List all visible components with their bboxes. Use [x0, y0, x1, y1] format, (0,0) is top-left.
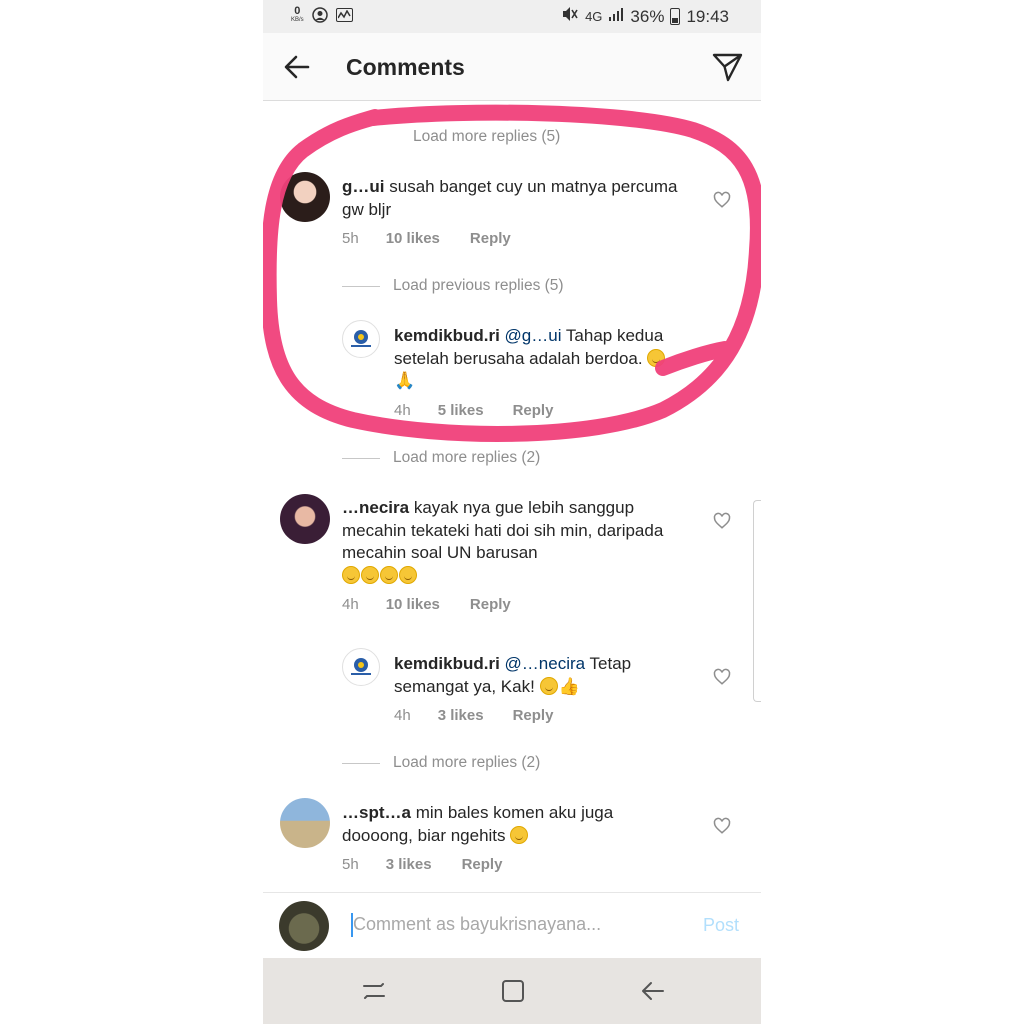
load-more-label: Load more replies (5): [413, 128, 561, 145]
avatar[interactable]: [342, 320, 380, 358]
comment-time: 5h: [342, 856, 359, 873]
smile-emoji-icon: [539, 676, 558, 695]
reply-meta: 4h 3 likes Reply: [394, 707, 553, 724]
comment-username[interactable]: …spt…a: [342, 803, 411, 822]
battery-icon: [670, 8, 681, 25]
comment-body: …spt…a min bales komen aku juga doooong,…: [342, 802, 687, 847]
comment-body: g…ui susah banget cuy un matnya percuma …: [342, 176, 682, 221]
reply-button[interactable]: Reply: [470, 596, 511, 613]
comment-input[interactable]: Comment as bayukrisnayana...: [353, 914, 601, 935]
network-type: 4G: [585, 9, 603, 24]
avatar[interactable]: [280, 494, 330, 544]
battery-percent: 36%: [630, 6, 665, 26]
reply-username[interactable]: kemdikbud.ri: [394, 654, 500, 673]
comment-meta: 4h 10 likes Reply: [342, 596, 511, 613]
reply-time: 4h: [394, 707, 411, 724]
avatar: [279, 901, 329, 951]
status-left: 0 KB/s: [291, 6, 353, 23]
recent-apps-icon[interactable]: [361, 978, 387, 1004]
reply-button[interactable]: Reply: [513, 707, 554, 724]
load-previous-replies[interactable]: Load previous replies (5): [342, 277, 564, 295]
scrollbar[interactable]: [753, 500, 761, 702]
comment-time: 4h: [342, 596, 359, 613]
likes-count[interactable]: 3 likes: [386, 856, 432, 873]
avatar[interactable]: [342, 648, 380, 686]
activity-monitor-icon: [335, 7, 353, 22]
load-more-label: Load more replies (2): [393, 449, 541, 466]
comment-compose-bar: Comment as bayukrisnayana... Post: [263, 892, 761, 958]
load-more-replies[interactable]: Load more replies (2): [342, 754, 540, 772]
data-speed-unit: KB/s: [291, 17, 304, 23]
reply-time: 4h: [394, 402, 411, 419]
comments-header: Comments: [263, 33, 761, 101]
system-nav-bar: [263, 958, 761, 1024]
reply-button[interactable]: Reply: [513, 402, 554, 419]
likes-count[interactable]: 3 likes: [438, 707, 484, 724]
reply-mention[interactable]: @g…ui: [505, 326, 562, 345]
back-arrow-icon[interactable]: [283, 53, 311, 81]
smile-emoji-icon: [342, 565, 360, 584]
post-button[interactable]: Post: [703, 915, 739, 936]
divider-line: [342, 762, 380, 764]
divider-line: [342, 285, 380, 287]
heart-icon[interactable]: [713, 817, 731, 835]
likes-count[interactable]: 5 likes: [438, 402, 484, 419]
avatar[interactable]: [280, 798, 330, 848]
yum-emoji-icon: [510, 825, 529, 844]
reply-button[interactable]: Reply: [470, 230, 511, 247]
data-speed-indicator: 0 KB/s: [291, 5, 304, 24]
signal-icon: [608, 6, 624, 27]
comment-body: …necira kayak nya gue lebih sanggup meca…: [342, 497, 687, 587]
comment-meta: 5h 3 likes Reply: [342, 856, 502, 873]
comment-meta: 5h 10 likes Reply: [342, 230, 511, 247]
mute-icon: [561, 6, 579, 27]
status-bar: 0 KB/s 4G 36% 19:43: [263, 0, 761, 33]
heart-icon[interactable]: [713, 668, 731, 686]
back-nav-icon[interactable]: [639, 978, 665, 1004]
status-right: 4G 36% 19:43: [561, 6, 729, 27]
clock: 19:43: [686, 6, 729, 26]
smile-emoji-icon: [361, 565, 379, 584]
pray-emoji-icon: 🙏: [394, 371, 416, 390]
load-more-replies[interactable]: Load more replies (2): [342, 449, 540, 467]
likes-count[interactable]: 10 likes: [386, 596, 440, 613]
send-direct-icon[interactable]: [711, 51, 743, 83]
comment-username[interactable]: …necira: [342, 498, 409, 517]
thumbs-up-emoji-icon: 👍: [558, 676, 580, 696]
smile-emoji-icon: [380, 565, 398, 584]
phone-screen: 0 KB/s 4G 36% 19:43 Comments Load more r…: [263, 0, 761, 1024]
comment-text: susah banget cuy un matnya percuma gw bl…: [342, 177, 678, 219]
reply-meta: 4h 5 likes Reply: [394, 402, 553, 419]
likes-count[interactable]: 10 likes: [386, 230, 440, 247]
comment-username[interactable]: g…ui: [342, 177, 385, 196]
avatar[interactable]: [280, 172, 330, 222]
smile-emoji-icon: [399, 565, 417, 584]
comment-time: 5h: [342, 230, 359, 247]
page-title: Comments: [346, 54, 465, 80]
reply-body: kemdikbud.ri @…necira Tetap semangat ya,…: [394, 653, 694, 698]
heart-icon[interactable]: [713, 512, 731, 530]
data-speed-value: 0: [294, 5, 301, 17]
home-icon[interactable]: [500, 978, 526, 1004]
reply-username[interactable]: kemdikbud.ri: [394, 326, 500, 345]
account-icon: [311, 6, 328, 23]
reply-body: kemdikbud.ri @g…ui Tahap kedua setelah b…: [394, 325, 679, 393]
divider-line: [342, 457, 380, 459]
load-more-replies-top[interactable]: Load more replies (5): [413, 128, 560, 146]
reply-button[interactable]: Reply: [462, 856, 503, 873]
load-more-label: Load more replies (2): [393, 754, 541, 771]
load-previous-label: Load previous replies (5): [393, 277, 564, 294]
reply-mention[interactable]: @…necira: [505, 654, 586, 673]
heart-icon[interactable]: [713, 191, 731, 209]
smile-emoji-icon: [647, 348, 666, 367]
